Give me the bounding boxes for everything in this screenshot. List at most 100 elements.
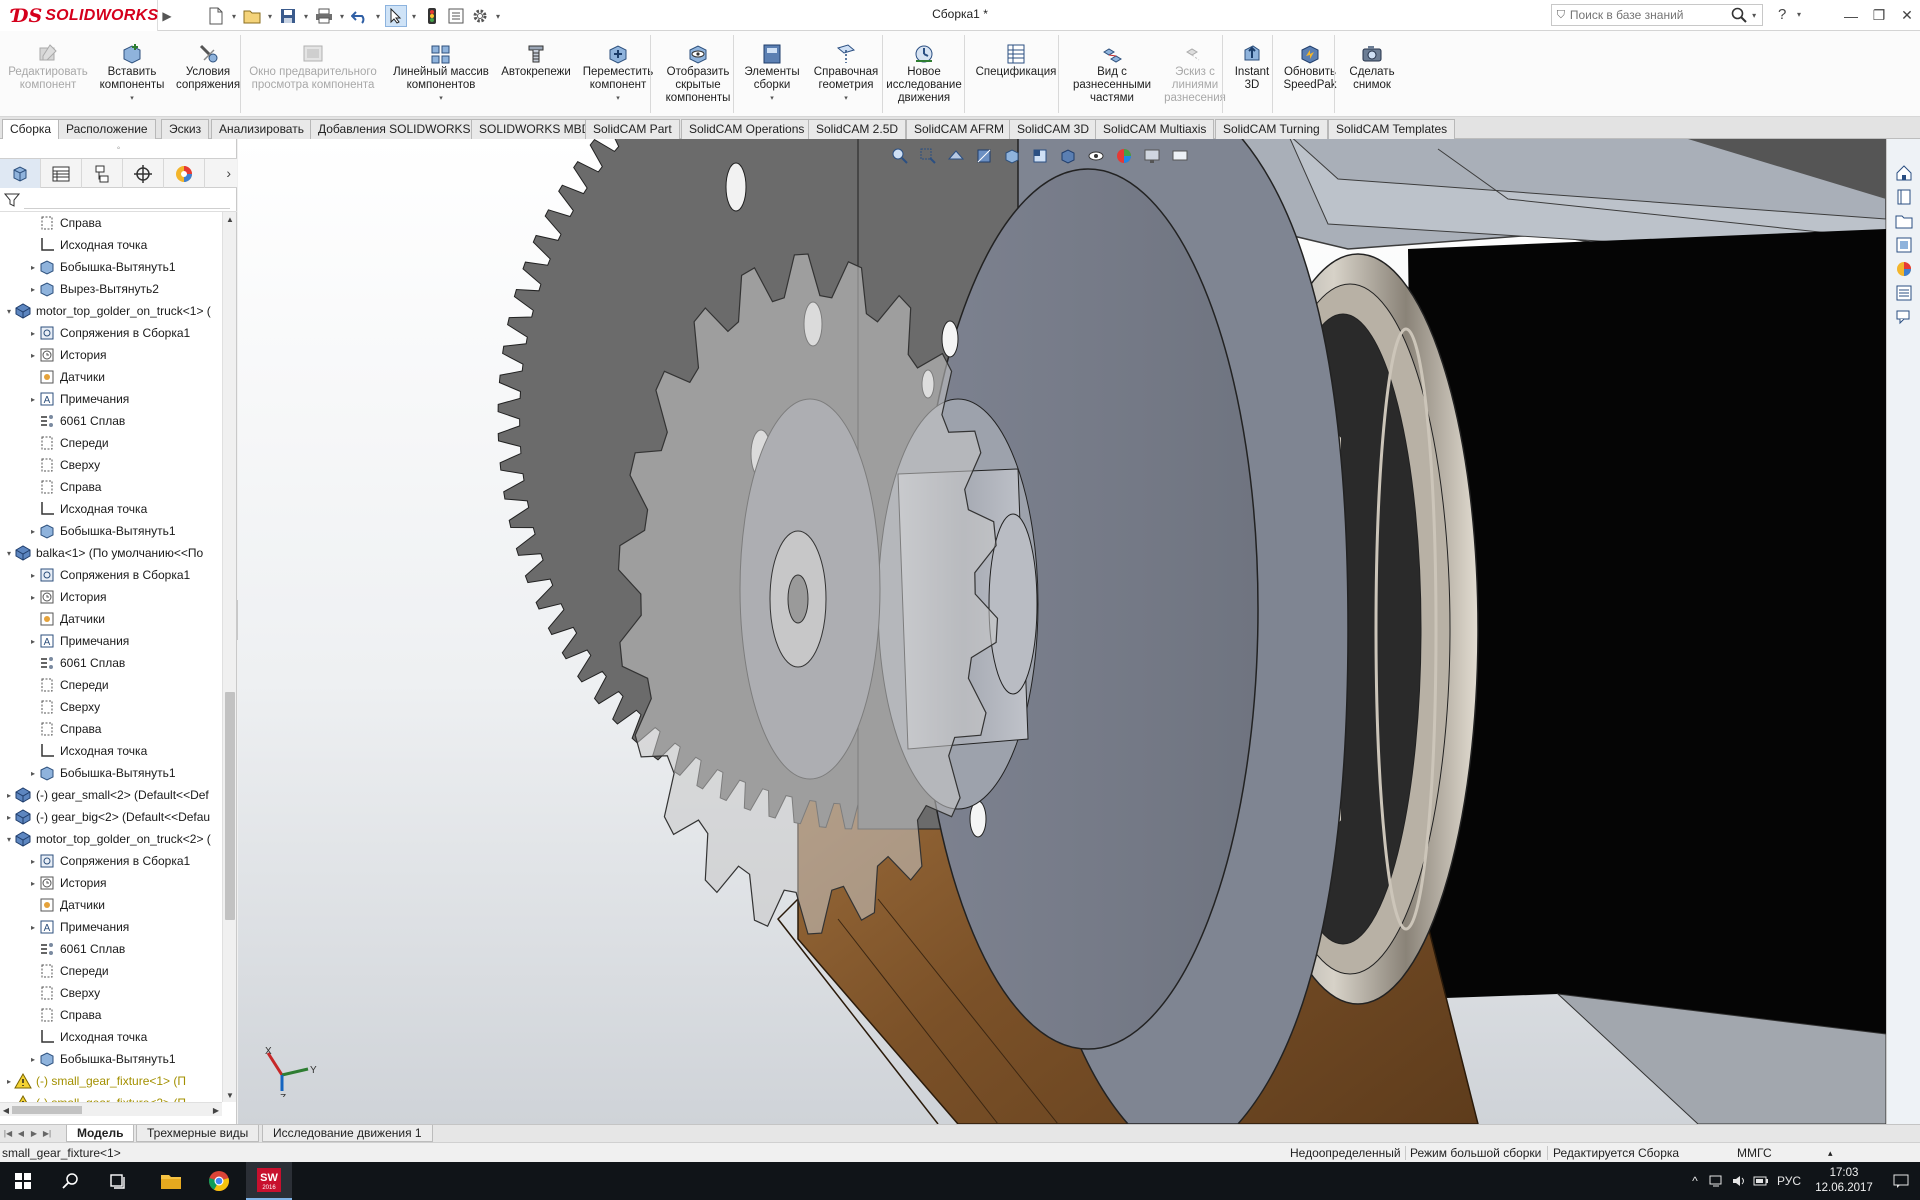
next-tab-icon[interactable]: ▶ — [28, 1126, 40, 1141]
hide-show-items-icon[interactable] — [1086, 146, 1106, 166]
tree-node[interactable]: Исходная точка — [0, 740, 222, 762]
view-settings-icon[interactable] — [1170, 146, 1190, 166]
expander-chevron-icon[interactable]: ▸ — [28, 527, 38, 536]
file-explorer-icon[interactable] — [1894, 211, 1914, 231]
tab-14[interactable]: SolidCAM Templates — [1328, 119, 1456, 139]
cmd-smart-fasteners-button[interactable]: Автокрепежи — [496, 31, 576, 117]
tree-node[interactable]: Датчики — [0, 608, 222, 630]
cmd-instant3d-button[interactable]: Instant 3D — [1228, 31, 1276, 117]
apply-scene-icon[interactable] — [1142, 146, 1162, 166]
tree-node[interactable]: ▸(-) small_gear_fixture<2> (П — [0, 1092, 222, 1102]
expander-chevron-icon[interactable]: ▸ — [28, 351, 38, 360]
cmd-mate-button[interactable]: Условия сопряжения — [168, 31, 248, 117]
3d-model-scene[interactable] — [238, 139, 1886, 1124]
tree-node[interactable]: ▾ motor_top_golder_on_truck<1> ( — [0, 300, 222, 322]
dimxpert-manager-tab-icon[interactable] — [123, 159, 164, 188]
cmd-explode-line-sketch-button[interactable]: Эскиз с линиями разнесения — [1164, 31, 1226, 117]
scroll-thumb[interactable] — [225, 692, 235, 920]
property-manager-tab-icon[interactable] — [41, 159, 82, 188]
expander-chevron-icon[interactable]: ▸ — [28, 1055, 38, 1064]
tree-node[interactable]: ▸ История — [0, 344, 222, 366]
tree-node[interactable]: 6061 Сплав — [0, 938, 222, 960]
windows-start-icon[interactable] — [0, 1162, 46, 1200]
scroll-right-icon[interactable]: ▶ — [210, 1103, 222, 1117]
cmd-dropdown-icon[interactable]: ▾ — [130, 94, 134, 102]
tree-node[interactable]: ▸ (-) small_gear_fixture<1> (П — [0, 1070, 222, 1092]
view-palette-icon[interactable] — [1894, 235, 1914, 255]
tree-node[interactable]: Справа — [0, 1004, 222, 1026]
graphics-area[interactable]: X Y Z — [238, 139, 1886, 1124]
language-indicator[interactable]: РУС — [1772, 1162, 1806, 1200]
tree-node[interactable]: ▸ A Примечания — [0, 630, 222, 652]
undo-dropdown-icon[interactable]: ▾ — [373, 5, 383, 27]
cmd-show-hidden-button[interactable]: Отобразить скрытые компоненты — [658, 31, 738, 117]
edit-appearance-icon[interactable] — [1114, 146, 1134, 166]
cmd-bom-button[interactable]: Спецификация — [968, 31, 1064, 117]
zoom-to-fit-icon[interactable] — [890, 146, 910, 166]
tree-node[interactable]: ▸ Бобышка-Вытянуть1 — [0, 1048, 222, 1070]
dynamic-annotation-icon[interactable] — [1002, 146, 1022, 166]
search-taskbar-icon[interactable] — [48, 1162, 94, 1200]
appearances-icon[interactable] — [1894, 259, 1914, 279]
tab-8[interactable]: SolidCAM Operations — [681, 119, 813, 139]
solidworks-taskbar-icon[interactable]: SW 2016 — [246, 1162, 292, 1200]
prev-tab-icon[interactable]: ◀ — [15, 1126, 27, 1141]
expander-chevron-icon[interactable]: ▸ — [4, 1077, 14, 1086]
task-view-icon[interactable] — [96, 1162, 142, 1200]
search-input[interactable] — [1569, 8, 1727, 22]
bottom-tab-2[interactable]: Трехмерные виды — [136, 1125, 260, 1142]
cmd-speedpak-button[interactable]: Обновить SpeedPak — [1278, 31, 1342, 117]
view-orientation-icon[interactable] — [1030, 146, 1050, 166]
tree-node[interactable]: Датчики — [0, 894, 222, 916]
cmd-insert-components-button[interactable]: Вставить компоненты ▾ — [100, 31, 164, 117]
tree-node[interactable]: ▸ Бобышка-Вытянуть1 — [0, 520, 222, 542]
feature-manager-tab-icon[interactable] — [0, 159, 41, 188]
cmd-dropdown-icon[interactable]: ▾ — [616, 94, 620, 102]
tree-node[interactable]: 6061 Сплав — [0, 410, 222, 432]
cmd-linear-pattern-button[interactable]: Линейный массив компонентов ▾ — [388, 31, 494, 117]
tree-node[interactable]: Спереди — [0, 960, 222, 982]
expander-chevron-icon[interactable]: ▸ — [28, 857, 38, 866]
tree-node[interactable]: ▸ Сопряжения в Сборка1 — [0, 850, 222, 872]
panel-grip-icon[interactable]: ◦ — [0, 139, 237, 158]
tab-13[interactable]: SolidCAM Turning — [1215, 119, 1328, 139]
configuration-manager-tab-icon[interactable] — [82, 159, 123, 188]
previous-view-icon[interactable] — [946, 146, 966, 166]
tab-9[interactable]: SolidCAM 2.5D — [808, 119, 907, 139]
tree-node[interactable]: ▾ motor_top_golder_on_truck<2> ( — [0, 828, 222, 850]
new-dropdown-icon[interactable]: ▾ — [229, 5, 239, 27]
expander-chevron-icon[interactable]: ▸ — [28, 285, 38, 294]
expander-chevron-icon[interactable]: ▸ — [28, 263, 38, 272]
zoom-area-icon[interactable] — [918, 146, 938, 166]
cmd-exploded-view-button[interactable]: Вид с разнесенными частями — [1064, 31, 1160, 117]
cmd-motion-study-button[interactable]: Новое исследование движения — [886, 31, 962, 117]
filter-input[interactable] — [24, 191, 230, 209]
clock[interactable]: 17:03 12.06.2017 — [1806, 1166, 1882, 1196]
tree-vertical-scrollbar[interactable]: ▲ ▼ — [222, 212, 236, 1102]
open-folder-icon[interactable] — [241, 5, 263, 27]
tab-4[interactable]: Анализировать — [211, 119, 312, 139]
tab-7[interactable]: SolidCAM Part — [585, 119, 680, 139]
expander-chevron-icon[interactable]: ▸ — [4, 813, 14, 822]
tree-node[interactable]: Спереди — [0, 674, 222, 696]
display-style-icon[interactable] — [1058, 146, 1078, 166]
expander-chevron-icon[interactable]: ▸ — [28, 395, 38, 404]
network-icon[interactable] — [1706, 1162, 1728, 1200]
tree-node[interactable]: ▸ История — [0, 872, 222, 894]
solidworks-logo[interactable]: ƊS SOLIDWORKS — [0, 0, 158, 31]
expander-chevron-icon[interactable]: ▸ — [28, 571, 38, 580]
display-manager-tab-icon[interactable] — [164, 159, 205, 188]
tree-node[interactable]: ▸ Бобышка-Вытянуть1 — [0, 762, 222, 784]
home-icon[interactable] — [1894, 163, 1914, 183]
file-explorer-taskbar-icon[interactable] — [148, 1162, 194, 1200]
tab-5[interactable]: Добавления SOLIDWORKS — [310, 119, 479, 139]
tree-node[interactable]: ▸ Бобышка-Вытянуть1 — [0, 256, 222, 278]
tab-3[interactable]: Эскиз — [161, 119, 210, 139]
hscroll-thumb[interactable] — [12, 1106, 82, 1114]
scroll-left-icon[interactable]: ◀ — [0, 1103, 12, 1117]
search-scope-icon[interactable]: ⛉ — [1552, 9, 1570, 22]
bottom-tab-3[interactable]: Исследование движения 1 — [262, 1125, 433, 1142]
menu-expand-arrow-icon[interactable]: ▶ — [160, 6, 174, 25]
expander-chevron-icon[interactable]: ▸ — [28, 879, 38, 888]
select-pointer-icon[interactable] — [385, 5, 407, 27]
